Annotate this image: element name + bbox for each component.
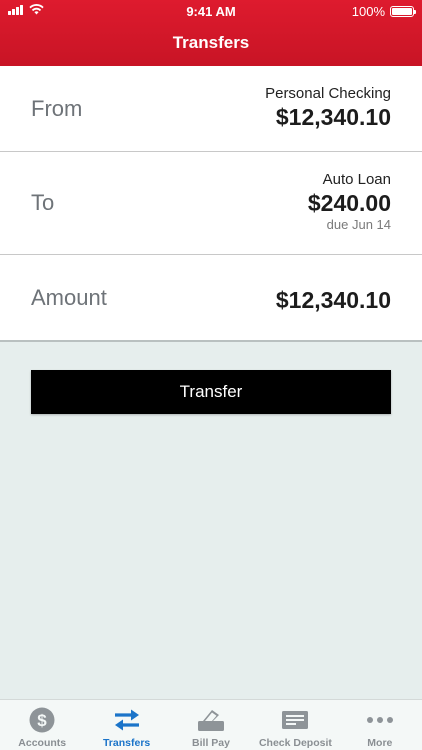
tab-bar: $ Accounts Transfers Bill Pay Check Depo… — [0, 699, 422, 750]
tab-bill-pay[interactable]: Bill Pay — [169, 700, 253, 750]
amount-value-wrap: $12,340.10 — [276, 286, 391, 314]
to-account-due-date: due Jun 14 — [326, 217, 391, 232]
tab-label: More — [367, 737, 393, 749]
tab-label: Bill Pay — [192, 737, 230, 749]
status-bar: 9:41 AM 100% — [0, 0, 422, 22]
from-account-row[interactable]: From Personal Checking $12,340.10 — [0, 66, 422, 152]
from-label: From — [31, 95, 83, 121]
header: 9:41 AM 100% Transfers — [0, 0, 422, 66]
to-label: To — [31, 190, 55, 215]
status-right: 100% — [351, 4, 416, 19]
check-icon — [280, 707, 310, 733]
tab-check-deposit[interactable]: Check Deposit — [253, 700, 337, 750]
tab-accounts[interactable]: $ Accounts — [0, 700, 84, 750]
tab-more[interactable]: More — [338, 700, 422, 750]
amount-value: $12,340.10 — [275, 287, 391, 313]
svg-text:$: $ — [37, 711, 47, 730]
tab-transfers[interactable]: Transfers — [84, 700, 168, 750]
from-account-name: Personal Checking — [265, 85, 391, 102]
bill-pay-icon — [196, 707, 226, 733]
transfer-button[interactable]: Transfer — [31, 370, 391, 414]
tab-label: Transfers — [102, 737, 151, 749]
battery-icon — [390, 6, 416, 17]
tab-label: Accounts — [18, 737, 67, 749]
page-title: Transfers — [172, 33, 250, 52]
tab-label: Check Deposit — [258, 737, 332, 749]
dollar-circle-icon: $ — [27, 707, 57, 733]
from-account-balance: $12,340.10 — [275, 104, 391, 130]
more-dots-icon — [365, 707, 395, 733]
battery-percent: 100% — [351, 4, 385, 19]
transfer-form: From Personal Checking $12,340.10 To Aut… — [0, 66, 422, 342]
to-account-name: Auto Loan — [322, 171, 391, 188]
amount-row[interactable]: Amount $12,340.10 — [0, 255, 422, 342]
from-account-info: Personal Checking $12,340.10 — [265, 85, 391, 131]
to-account-info: Auto Loan $240.00 due Jun 14 — [308, 171, 391, 233]
to-account-row[interactable]: To Auto Loan $240.00 due Jun 14 — [0, 152, 422, 255]
to-account-amount: $240.00 — [307, 190, 391, 216]
transfers-screen: 9:41 AM 100% Transfers From Personal Che… — [0, 0, 422, 750]
transfer-arrows-icon — [112, 707, 142, 733]
amount-label: Amount — [31, 284, 107, 310]
